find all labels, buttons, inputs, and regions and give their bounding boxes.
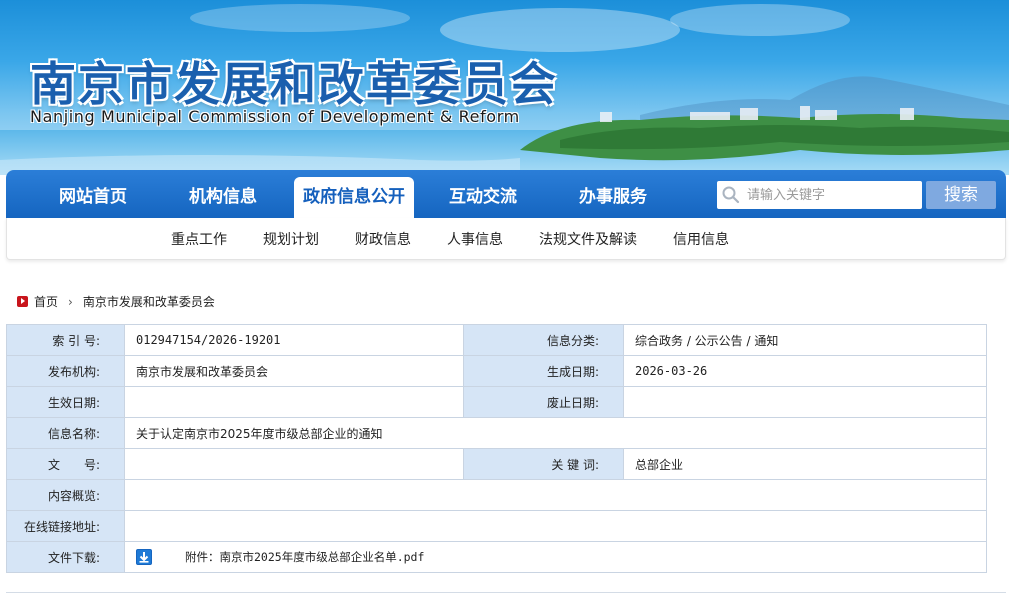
effective-date-value xyxy=(124,386,464,418)
table-row: 内容概览: xyxy=(6,479,987,511)
table-row: 生效日期: 废止日期: xyxy=(6,386,987,418)
search-box xyxy=(717,181,922,209)
overview-label: 内容概览: xyxy=(6,479,125,511)
table-row: 信息名称: 关于认定南京市2025年度市级总部企业的通知 xyxy=(6,417,987,449)
breadcrumb: 首页 › 南京市发展和改革委员会 xyxy=(17,293,215,309)
breadcrumb-home[interactable]: 首页 xyxy=(34,295,58,309)
doc-number-label: 文 号: xyxy=(6,448,125,480)
download-label: 文件下载: xyxy=(6,541,125,573)
index-value: 012947154/2026-19201 xyxy=(124,324,464,356)
sub-nav: 重点工作 规划计划 财政信息 人事信息 法规文件及解读 信用信息 xyxy=(6,218,1006,260)
publisher-label: 发布机构: xyxy=(6,355,125,387)
site-subtitle: Nanjing Municipal Commission of Developm… xyxy=(30,107,520,126)
main-nav: 网站首页 机构信息 政府信息公开 互动交流 办事服务 搜索 xyxy=(6,170,1006,218)
publisher-value: 南京市发展和改革委员会 xyxy=(124,355,464,387)
info-table: 索 引 号: 012947154/2026-19201 信息分类: 综合政务 /… xyxy=(6,324,987,573)
breadcrumb-current[interactable]: 南京市发展和改革委员会 xyxy=(83,295,215,309)
search-input[interactable] xyxy=(747,183,917,207)
download-file-link[interactable]: 附件：南京市2025年度市级总部企业名单.pdf xyxy=(185,550,424,564)
table-row: 文 号: 关 键 词: 总部企业 xyxy=(6,448,987,480)
overview-value xyxy=(124,479,987,511)
sub-nav-personnel[interactable]: 人事信息 xyxy=(447,229,503,249)
online-link-value xyxy=(124,510,987,542)
info-name-value: 关于认定南京市2025年度市级总部企业的通知 xyxy=(124,417,987,449)
sub-nav-key-work[interactable]: 重点工作 xyxy=(171,229,227,249)
index-label: 索 引 号: xyxy=(6,324,125,356)
expiry-date-value xyxy=(623,386,987,418)
sub-nav-credit[interactable]: 信用信息 xyxy=(673,229,729,249)
chevron-right-icon: › xyxy=(68,295,73,309)
download-cell: 附件：南京市2025年度市级总部企业名单.pdf xyxy=(124,541,987,573)
created-date-value: 2026-03-26 xyxy=(623,355,987,387)
nav-item-services[interactable]: 办事服务 xyxy=(548,182,678,218)
home-icon xyxy=(17,296,28,307)
info-name-label: 信息名称: xyxy=(6,417,125,449)
expiry-date-label: 废止日期: xyxy=(463,386,624,418)
doc-number-value xyxy=(124,448,464,480)
category-label: 信息分类: xyxy=(463,324,624,356)
online-link-label: 在线链接地址: xyxy=(6,510,125,542)
header-banner: 南京市发展和改革委员会 Nanjing Municipal Commission… xyxy=(0,0,1009,175)
nav-item-gov-info[interactable]: 政府信息公开 xyxy=(294,177,414,218)
category-value: 综合政务 / 公示公告 / 通知 xyxy=(623,324,987,356)
download-icon[interactable] xyxy=(136,549,152,566)
table-row: 索 引 号: 012947154/2026-19201 信息分类: 综合政务 /… xyxy=(6,324,987,356)
sub-nav-regulations[interactable]: 法规文件及解读 xyxy=(539,229,637,249)
sub-nav-planning[interactable]: 规划计划 xyxy=(263,229,319,249)
effective-date-label: 生效日期: xyxy=(6,386,125,418)
sub-nav-finance[interactable]: 财政信息 xyxy=(355,229,411,249)
table-row: 在线链接地址: xyxy=(6,510,987,542)
created-date-label: 生成日期: xyxy=(463,355,624,387)
divider xyxy=(6,592,1006,593)
keywords-label: 关 键 词: xyxy=(463,448,624,480)
table-row: 发布机构: 南京市发展和改革委员会 生成日期: 2026-03-26 xyxy=(6,355,987,387)
search-button[interactable]: 搜索 xyxy=(926,181,996,209)
site-title: 南京市发展和改革委员会 xyxy=(30,57,558,111)
table-row: 文件下载: 附件：南京市2025年度市级总部企业名单.pdf xyxy=(6,541,987,573)
search-icon xyxy=(722,186,740,204)
nav-item-organization[interactable]: 机构信息 xyxy=(158,182,288,218)
keywords-value: 总部企业 xyxy=(623,448,987,480)
nav-item-home[interactable]: 网站首页 xyxy=(28,182,158,218)
nav-item-interaction[interactable]: 互动交流 xyxy=(418,182,548,218)
